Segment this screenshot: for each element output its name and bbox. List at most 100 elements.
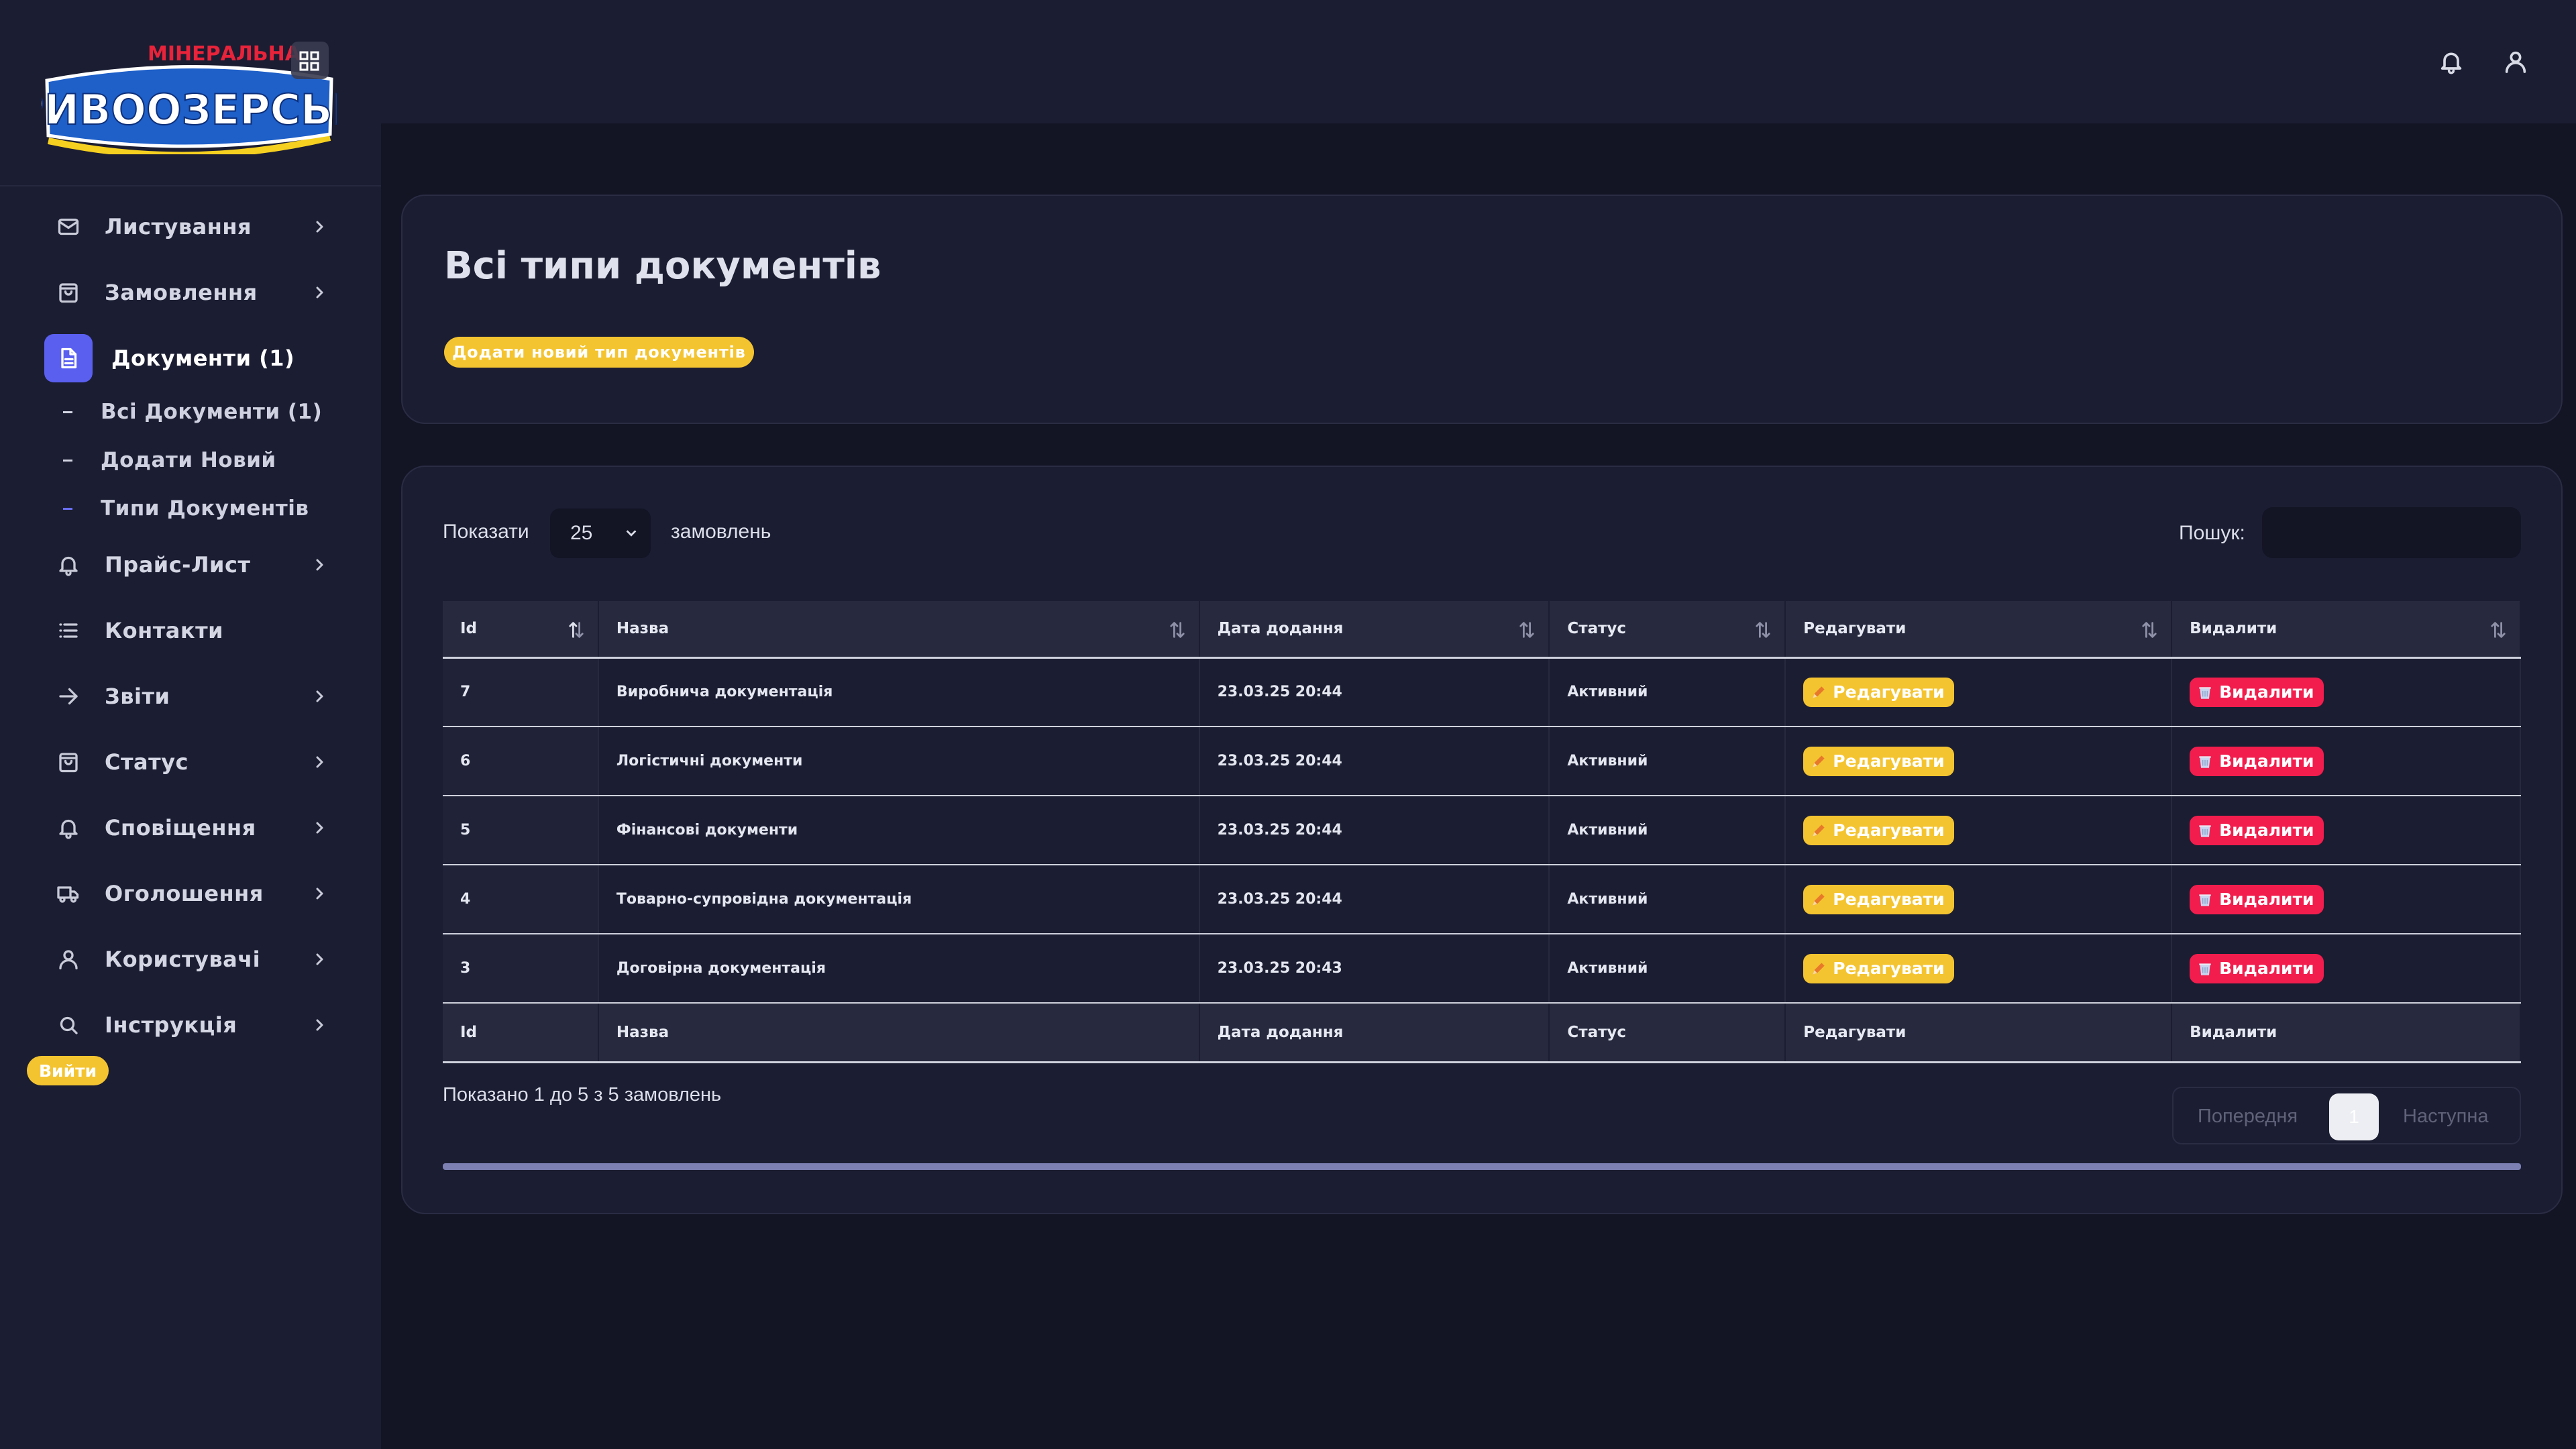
page-size-select[interactable]: 25 (550, 508, 651, 558)
show-label: Показати (443, 521, 529, 543)
cell-id: 6 (443, 727, 599, 796)
delete-button[interactable]: Видалити (2190, 746, 2324, 776)
dash-icon (63, 459, 72, 462)
sort-icon (2489, 620, 2508, 640)
truck-icon (55, 880, 82, 907)
delete-button[interactable]: Видалити (2190, 884, 2324, 914)
document-types-table: Id Назва Дата додання Статус Редагувати … (443, 601, 2521, 1063)
column-header-delete[interactable]: Видалити (2171, 601, 2521, 657)
sidebar-divider (0, 185, 381, 186)
sidebar-item-price-list[interactable]: Прайс-Лист (0, 533, 381, 597)
column-header-date[interactable]: Дата додання (1199, 601, 1550, 657)
cell-id: 5 (443, 796, 599, 865)
pagination-next[interactable]: Наступна (2403, 1106, 2489, 1128)
pagination-prev[interactable]: Попередня (2198, 1106, 2298, 1128)
sidebar-item-label: Замовлення (105, 280, 258, 305)
sidebar-item-label: Прайс-Лист (105, 552, 251, 578)
sidebar-subitem-label: Типи Документів (101, 496, 309, 521)
sidebar-item-notifications[interactable]: Сповіщення (0, 796, 381, 860)
edit-button[interactable]: Редагувати (1803, 677, 1954, 707)
column-header-edit[interactable]: Редагувати (1785, 601, 2173, 657)
sidebar-item-users[interactable]: Користувачі (0, 927, 381, 991)
footer-id: Id (443, 1003, 599, 1063)
trash-icon (2196, 960, 2214, 977)
edit-button[interactable]: Редагувати (1803, 953, 1954, 983)
trash-icon (2196, 891, 2214, 908)
cell-delete: Видалити (2171, 865, 2521, 934)
column-header-name[interactable]: Назва (598, 601, 1200, 657)
cell-date: 23.03.25 20:43 (1199, 934, 1550, 1004)
chevron-right-icon (311, 1017, 327, 1033)
pagination-info: Показано 1 до 5 з 5 замовлень (443, 1084, 722, 1106)
pencil-icon (1810, 753, 1827, 770)
cell-delete: Видалити (2171, 934, 2521, 1004)
logout-button[interactable]: Вийти (27, 1056, 109, 1085)
cell-name: Товарно-супровідна документація (598, 865, 1200, 934)
sidebar-item-orders[interactable]: Замовлення (0, 260, 381, 325)
cell-date: 23.03.25 20:44 (1199, 727, 1550, 796)
chevron-right-icon (311, 885, 327, 902)
sidebar-item-label: Листування (105, 214, 252, 239)
table-footer-row: Id Назва Дата додання Статус Редагувати … (443, 1003, 2521, 1063)
cell-edit: Редагувати (1785, 934, 2173, 1004)
mail-icon (55, 213, 82, 240)
cell-delete: Видалити (2171, 657, 2521, 727)
sidebar-item-label: Звіти (105, 684, 170, 709)
search-label: Пошук: (2179, 522, 2245, 544)
sidebar-item-label: Інструкція (105, 1012, 237, 1038)
sidebar-item-documents[interactable]: Документи (1) (0, 326, 381, 390)
footer-delete: Видалити (2171, 1003, 2521, 1063)
cell-name: Логістичні документи (598, 727, 1200, 796)
sidebar-item-contacts[interactable]: Контакти (0, 598, 381, 663)
delete-button[interactable]: Видалити (2190, 953, 2324, 983)
sidebar-item-reports[interactable]: Звіти (0, 664, 381, 729)
sidebar-item-instructions[interactable]: Інструкція (0, 993, 381, 1057)
sidebar-item-correspondence[interactable]: Листування (0, 195, 381, 259)
cell-status: Активний (1549, 657, 1786, 727)
pagination-page-current[interactable]: 1 (2329, 1093, 2379, 1140)
page-size-value: 25 (570, 522, 593, 544)
chevron-right-icon (311, 688, 327, 704)
search-icon (55, 1012, 82, 1038)
edit-button[interactable]: Редагувати (1803, 884, 1954, 914)
cell-name: Договірна документація (598, 934, 1200, 1004)
chevron-right-icon (311, 754, 327, 770)
column-header-status[interactable]: Статус (1549, 601, 1786, 657)
sidebar-subitem-label: Всі Документи (1) (101, 400, 323, 424)
brand-logo[interactable]: КРИВООЗЕРСЬКА МІНЕРАЛЬНА (42, 40, 337, 154)
cell-edit: Редагувати (1785, 727, 2173, 796)
pencil-icon (1810, 684, 1827, 701)
brand-logo-image: КРИВООЗЕРСЬКА МІНЕРАЛЬНА (42, 42, 337, 154)
column-header-id[interactable]: Id (443, 601, 599, 657)
logo-main-text: КРИВООЗЕРСЬКА (42, 85, 337, 134)
cell-status: Активний (1549, 865, 1786, 934)
sort-icon (2140, 620, 2159, 640)
sidebar-item-status[interactable]: Статус (0, 730, 381, 794)
sidebar-item-announcements[interactable]: Оголошення (0, 861, 381, 926)
user-icon (55, 946, 82, 973)
cell-status: Активний (1549, 727, 1786, 796)
bell-icon (55, 551, 82, 578)
cell-edit: Редагувати (1785, 796, 2173, 865)
dash-icon (63, 507, 72, 510)
chevron-right-icon (311, 820, 327, 836)
sort-icon (567, 620, 586, 640)
cell-edit: Редагувати (1785, 657, 2173, 727)
sidebar-subitem-document-types[interactable]: Типи Документів (0, 486, 381, 531)
search-input[interactable] (2262, 507, 2521, 558)
sidebar-item-label: Статус (105, 749, 189, 775)
edit-button[interactable]: Редагувати (1803, 815, 1954, 845)
sidebar-subitem-add-new[interactable]: Додати Новий (0, 437, 381, 483)
delete-button[interactable]: Видалити (2190, 677, 2324, 707)
footer-date: Дата додання (1199, 1003, 1550, 1063)
sidebar-item-label: Користувачі (105, 947, 261, 972)
sidebar-subitem-all-documents[interactable]: Всі Документи (1) (0, 389, 381, 435)
bell-icon (55, 814, 82, 841)
delete-button[interactable]: Видалити (2190, 815, 2324, 845)
pencil-icon (1810, 960, 1827, 977)
edit-button[interactable]: Редагувати (1803, 746, 1954, 776)
cell-id: 3 (443, 934, 599, 1004)
trash-icon (2196, 753, 2214, 770)
horizontal-scrollbar[interactable] (443, 1163, 2521, 1170)
cell-name: Виробнича документація (598, 657, 1200, 727)
